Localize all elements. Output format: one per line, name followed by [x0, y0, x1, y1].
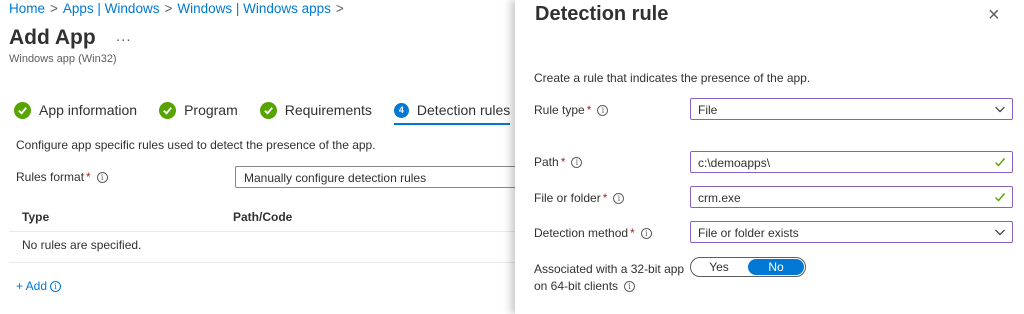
- detection-method-value: File or folder exists: [698, 226, 799, 240]
- path-input[interactable]: c:\demoapps\: [690, 151, 1013, 173]
- breadcrumb-windows-apps[interactable]: Windows | Windows apps: [177, 1, 331, 16]
- checkmark-icon: [995, 193, 1006, 202]
- active-step-indicator: [393, 123, 511, 125]
- panel-description: Create a rule that indicates the presenc…: [534, 71, 811, 85]
- panel-title: Detection rule: [535, 3, 669, 25]
- required-marker: *: [586, 103, 592, 117]
- path-label-text: Path: [534, 155, 559, 169]
- empty-rules-message: No rules are specified.: [22, 238, 142, 252]
- path-value: c:\demoapps\: [698, 156, 771, 170]
- info-icon[interactable]: i: [96, 172, 108, 183]
- more-options-button[interactable]: ...: [116, 28, 132, 45]
- assoc-32bit-label-line1: Associated with a 32-bit app: [534, 262, 685, 276]
- required-marker: *: [630, 226, 635, 240]
- detection-method-select[interactable]: File or folder exists: [690, 221, 1013, 243]
- chevron-right-icon: >: [164, 1, 173, 16]
- detection-method-label: Detection method * i: [534, 226, 652, 240]
- assoc-32bit-toggle[interactable]: Yes No: [690, 257, 806, 277]
- file-or-folder-label-text: File or folder: [534, 191, 601, 205]
- add-rule-label: + Add: [16, 279, 48, 293]
- info-icon[interactable]: i: [613, 193, 625, 204]
- toggle-yes-option[interactable]: Yes: [691, 258, 747, 276]
- detection-description: Configure app specific rules used to det…: [16, 138, 376, 152]
- step-number-badge: 4: [393, 102, 409, 118]
- info-icon[interactable]: i: [640, 228, 652, 239]
- column-header-path[interactable]: Path/Code: [233, 210, 292, 224]
- step-label: Detection rules: [416, 102, 511, 118]
- info-icon[interactable]: i: [50, 281, 62, 292]
- path-label: Path * i: [534, 155, 583, 169]
- chevron-right-icon: >: [335, 1, 344, 16]
- required-marker: *: [602, 191, 608, 205]
- toggle-no-option[interactable]: No: [748, 259, 804, 275]
- rule-type-select[interactable]: File: [690, 98, 1013, 120]
- add-rule-link[interactable]: + Add i: [16, 279, 62, 293]
- chevron-right-icon: >: [50, 1, 58, 16]
- chevron-down-icon: [995, 229, 1005, 236]
- step-program[interactable]: Program: [159, 98, 238, 122]
- checkmark-icon: [14, 101, 31, 119]
- file-or-folder-value: crm.exe: [698, 191, 741, 205]
- table-divider: [9, 262, 515, 263]
- step-detection-rules[interactable]: 4 Detection rules: [393, 98, 511, 125]
- chevron-down-icon: [995, 106, 1005, 113]
- checkmark-icon: [159, 101, 177, 119]
- close-icon[interactable]: ×: [988, 4, 1000, 27]
- required-marker: *: [560, 155, 566, 169]
- step-requirements[interactable]: Requirements: [259, 98, 372, 122]
- step-label: Requirements: [284, 102, 372, 118]
- breadcrumb: Home > Apps | Windows > Windows | Windows ap…: [9, 1, 349, 16]
- detection-method-label-text: Detection method: [534, 226, 629, 240]
- assoc-32bit-label: Associated with a 32-bit app on 64-bit c…: [534, 261, 684, 295]
- step-label: Program: [184, 102, 238, 118]
- page-subtitle: Windows app (Win32): [9, 53, 117, 65]
- column-header-type[interactable]: Type: [22, 210, 49, 224]
- detection-rule-panel: Detection rule × Create a rule that indi…: [515, 0, 1024, 314]
- rules-format-label: Rules format * i: [16, 170, 108, 184]
- checkmark-icon: [259, 101, 277, 119]
- step-app-information[interactable]: App information: [14, 98, 137, 122]
- file-or-folder-label: File or folder * i: [534, 191, 625, 205]
- file-or-folder-input[interactable]: crm.exe: [690, 186, 1013, 208]
- wizard-steps: App information Program Requirements 4 D…: [14, 98, 515, 125]
- required-marker: *: [86, 170, 91, 184]
- rules-format-label-text: Rules format: [16, 170, 85, 184]
- step-label: App information: [39, 102, 138, 118]
- page-title: Add App: [9, 26, 96, 49]
- info-icon[interactable]: i: [597, 105, 609, 116]
- add-app-page: Home > Apps | Windows > Windows | Windows ap…: [0, 0, 515, 314]
- breadcrumb-home[interactable]: Home: [9, 1, 45, 16]
- info-icon[interactable]: i: [624, 281, 636, 292]
- rule-type-label: Rule type * i: [534, 103, 609, 117]
- table-divider: [9, 231, 515, 232]
- rule-type-label-text: Rule type: [534, 103, 585, 117]
- checkmark-icon: [995, 158, 1006, 167]
- rule-type-value: File: [698, 103, 718, 117]
- rules-format-select[interactable]: Manually configure detection rules: [235, 166, 515, 188]
- breadcrumb-apps-windows[interactable]: Apps | Windows: [63, 1, 160, 16]
- info-icon[interactable]: i: [571, 157, 583, 168]
- assoc-32bit-label-line2: on 64-bit clients: [534, 279, 619, 293]
